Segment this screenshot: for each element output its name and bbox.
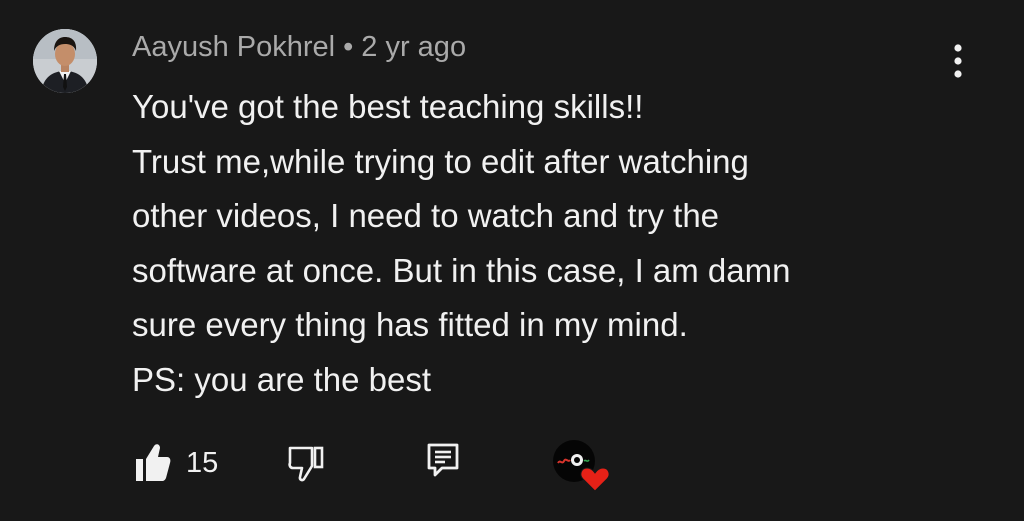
author-name[interactable]: Aayush Pokhrel [132,31,335,63]
like-button[interactable] [135,442,171,482]
creator-heart [552,439,612,493]
comment-timestamp[interactable]: 2 yr ago [361,31,466,63]
thumbs-up-icon [136,444,171,481]
like-count: 15 [186,447,219,479]
author-avatar[interactable] [33,29,97,93]
reply-button[interactable] [426,442,460,478]
comment-header: Aayush Pokhrel • 2 yr ago [132,28,466,66]
comment-text-line: sure every thing has fitted in my mind. [132,306,688,343]
comment-text-line: software at once. But in this case, I am… [132,251,791,289]
comment-text-line: PS: you are the best [132,360,432,398]
thumbs-down-icon [288,446,324,482]
comment-text: You've got the best teaching skills!! Tr… [132,80,952,407]
comment-text-line: Trust me,while trying to edit after watc… [132,142,749,180]
reply-icon [427,443,459,477]
more-vert-icon [954,44,962,78]
more-actions-button[interactable] [946,42,970,82]
creator-heart-icon [553,440,610,492]
comment-text-line: You've got the best teaching skills!! [132,88,644,125]
comment-text-line: other videos, I need to watch and try th… [132,197,720,234]
dislike-button[interactable] [286,442,326,482]
header-separator: • [343,31,354,63]
avatar-image [33,29,97,93]
comment-card: Aayush Pokhrel • 2 yr ago You've got the b… [0,0,1024,521]
